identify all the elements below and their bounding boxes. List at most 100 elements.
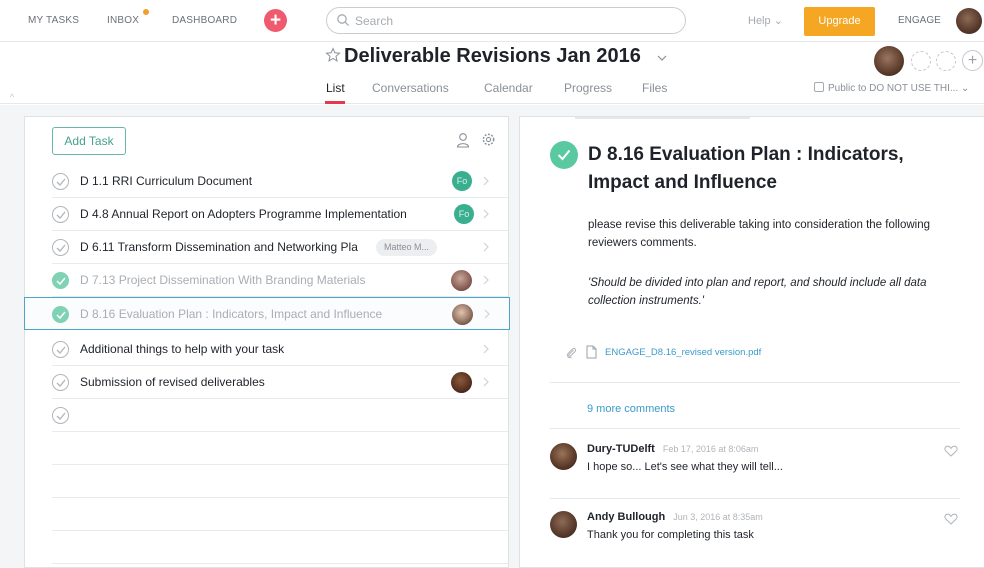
task-name: D 7.13 Project Dissemination With Brandi…: [80, 273, 366, 287]
comment: Andy Bullough Jun 3, 2016 at 8:35am Thank…: [550, 501, 960, 563]
empty-row: [52, 498, 508, 531]
heart-icon[interactable]: [944, 513, 958, 525]
project-member-avatar[interactable]: [874, 46, 904, 76]
checkmark-icon[interactable]: [52, 306, 69, 323]
assignee-avatar[interactable]: [451, 270, 472, 291]
task-row[interactable]: D 1.1 RRI Curriculum Document Fo: [52, 165, 508, 198]
assignee-tag[interactable]: Matteo M...: [376, 239, 438, 256]
checkmark-icon[interactable]: [52, 206, 69, 223]
sidebar-toggle-icon[interactable]: ^: [10, 92, 14, 102]
tab-calendar[interactable]: Calendar: [484, 81, 533, 95]
task-description[interactable]: please revise this deliverable taking in…: [588, 216, 958, 252]
checkmark-icon[interactable]: [52, 239, 69, 256]
task-list-pane: Add Task D 1.1 RRI Curriculum Document F…: [24, 116, 510, 568]
comment-author-line: Dury-TUDelft Feb 17, 2016 at 8:06am: [587, 443, 758, 455]
tab-list[interactable]: List: [326, 81, 345, 95]
task-name: D 6.11 Transform Dissemination and Netwo…: [80, 240, 358, 254]
divider: [550, 498, 960, 499]
heart-icon[interactable]: [944, 445, 958, 457]
chevron-right-icon[interactable]: [482, 274, 490, 286]
task-title[interactable]: D 8.16 Evaluation Plan : Indicators, Imp…: [588, 141, 968, 197]
comment-timestamp: Feb 17, 2016 at 8:06am: [662, 444, 759, 454]
nav-dashboard[interactable]: DASHBOARD: [172, 15, 237, 26]
add-member-button[interactable]: +: [962, 50, 983, 71]
divider: [550, 382, 960, 383]
quick-add-button[interactable]: +: [264, 9, 287, 32]
chevron-right-icon[interactable]: [482, 376, 490, 388]
project-title[interactable]: Deliverable Revisions Jan 2016: [344, 45, 641, 68]
assignee-avatar[interactable]: [451, 372, 472, 393]
task-name: D 8.16 Evaluation Plan : Indicators, Imp…: [80, 307, 383, 321]
comment-timestamp: Jun 3, 2016 at 8:35am: [673, 512, 763, 522]
comment-author[interactable]: Andy Bullough: [587, 511, 665, 523]
add-task-button[interactable]: Add Task: [52, 127, 126, 155]
file-icon: [586, 345, 597, 359]
complete-check-icon[interactable]: [550, 141, 578, 169]
inbox-unread-dot: [143, 9, 149, 15]
empty-row: [52, 531, 508, 564]
empty-row: [52, 432, 508, 465]
task-row[interactable]: D 7.13 Project Dissemination With Brandi…: [52, 264, 508, 297]
checkmark-icon[interactable]: [52, 374, 69, 391]
chevron-right-icon[interactable]: [482, 241, 490, 253]
task-name: D 4.8 Annual Report on Adopters Programm…: [80, 207, 407, 221]
gear-icon[interactable]: [481, 132, 496, 147]
people-icon: [814, 82, 824, 92]
commenter-avatar[interactable]: [550, 511, 577, 538]
checkmark-icon[interactable]: [52, 173, 69, 190]
paperclip-icon[interactable]: [565, 346, 577, 360]
chevron-right-icon[interactable]: [483, 308, 491, 320]
upgrade-button[interactable]: Upgrade: [804, 7, 875, 36]
top-navigation-bar: MY TASKS INBOX DASHBOARD + Search Help ⌄…: [0, 0, 984, 42]
tab-files[interactable]: Files: [642, 81, 667, 95]
task-name: Submission of revised deliverables: [80, 375, 265, 389]
task-row[interactable]: Additional things to help with your task: [52, 333, 508, 366]
privacy-label: Public to DO NOT USE THI...: [828, 83, 959, 94]
task-row[interactable]: D 6.11 Transform Dissemination and Netwo…: [52, 231, 508, 264]
comment-text: Thank you for completing this task: [587, 529, 754, 541]
search-icon: [337, 14, 350, 27]
commenter-avatar[interactable]: [550, 443, 577, 470]
comment-author[interactable]: Dury-TUDelft: [587, 443, 655, 455]
nav-inbox[interactable]: INBOX: [107, 15, 139, 26]
tab-progress[interactable]: Progress: [564, 81, 612, 95]
active-tab-indicator: [325, 101, 345, 104]
search-placeholder: Search: [355, 14, 394, 28]
new-task-row[interactable]: [52, 399, 508, 432]
person-icon[interactable]: [456, 132, 470, 148]
privacy-setting[interactable]: Public to DO NOT USE THI... ⌄: [814, 82, 969, 94]
assignee-avatar[interactable]: Fo: [452, 171, 472, 191]
chevron-right-icon[interactable]: [482, 343, 490, 355]
task-detail-pane: D 8.16 Evaluation Plan : Indicators, Imp…: [519, 116, 984, 568]
tab-conversations[interactable]: Conversations: [372, 81, 449, 95]
user-avatar[interactable]: [956, 8, 982, 34]
assignee-avatar[interactable]: [452, 304, 473, 325]
task-name: Additional things to help with your task: [80, 342, 285, 356]
empty-member-slot-icon[interactable]: [911, 51, 931, 71]
star-icon[interactable]: [325, 47, 341, 63]
checkmark-icon[interactable]: [52, 407, 69, 424]
empty-member-slot-icon[interactable]: [936, 51, 956, 71]
help-label: Help: [748, 15, 771, 27]
project-header: Deliverable Revisions Jan 2016 List Conv…: [0, 42, 984, 104]
chevron-down-icon[interactable]: [657, 54, 667, 62]
chevron-right-icon[interactable]: [482, 175, 490, 187]
task-description-quote[interactable]: 'Should be divided into plan and report,…: [588, 274, 963, 310]
task-row-selected[interactable]: D 8.16 Evaluation Plan : Indicators, Imp…: [24, 297, 510, 330]
more-comments-link[interactable]: 9 more comments: [587, 403, 675, 415]
attachment-link[interactable]: ENGAGE_D8.16_revised version.pdf: [605, 347, 761, 358]
checkmark-icon[interactable]: [52, 272, 69, 289]
task-row[interactable]: Submission of revised deliverables: [52, 366, 508, 399]
chevron-down-icon: ⌄: [961, 83, 970, 94]
task-row[interactable]: D 4.8 Annual Report on Adopters Programm…: [52, 198, 508, 231]
search-input[interactable]: Search: [326, 7, 686, 34]
help-menu[interactable]: Help ⌄: [748, 14, 783, 27]
chevron-right-icon[interactable]: [482, 208, 490, 220]
assignee-avatar[interactable]: Fo: [454, 204, 474, 224]
organization-switcher[interactable]: ENGAGE: [898, 15, 941, 26]
nav-my-tasks[interactable]: MY TASKS: [28, 15, 79, 26]
chevron-down-icon: ⌄: [773, 15, 783, 27]
empty-row: [52, 465, 508, 498]
checkmark-icon[interactable]: [52, 341, 69, 358]
divider: [550, 428, 960, 429]
